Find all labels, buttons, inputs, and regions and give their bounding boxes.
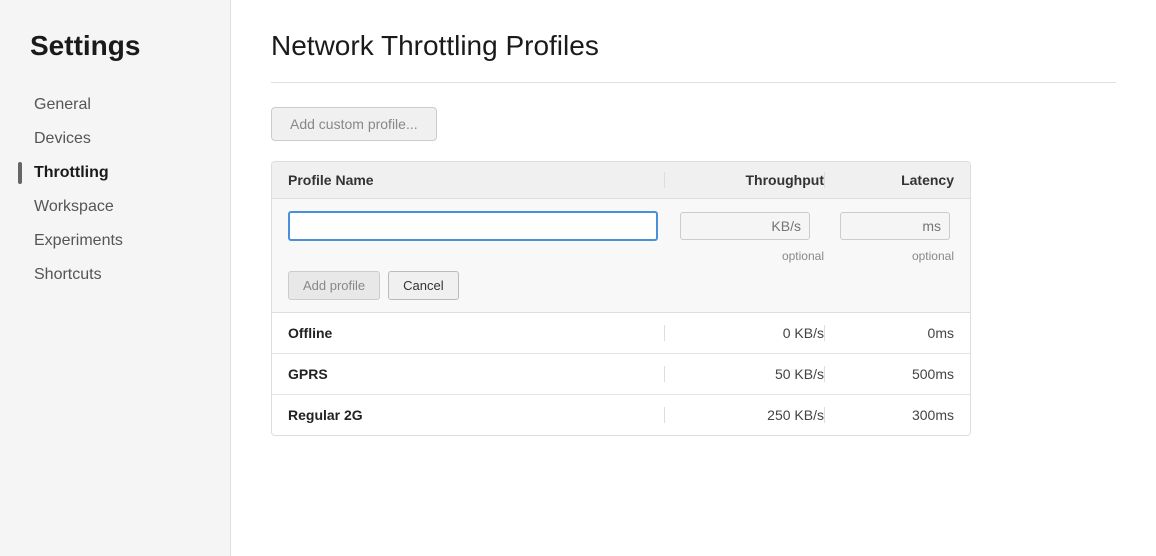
optional-labels: optional optional <box>288 249 954 263</box>
table-row: Regular 2G 250 KB/s 300ms <box>272 395 970 435</box>
row-name-regular2g: Regular 2G <box>288 407 664 423</box>
add-row-buttons: Add profile Cancel <box>288 271 954 300</box>
nav-devices[interactable]: Devices <box>30 124 230 154</box>
profile-name-input[interactable] <box>288 211 658 241</box>
cancel-button[interactable]: Cancel <box>388 271 458 300</box>
divider <box>271 82 1116 83</box>
header-latency: Latency <box>824 172 954 188</box>
sidebar-item-workspace[interactable]: Workspace <box>30 192 230 222</box>
sidebar-nav: General Devices Throttling Workspace Exp… <box>30 90 230 290</box>
nav-general[interactable]: General <box>30 90 230 120</box>
add-profile-button[interactable]: Add profile <box>288 271 380 300</box>
throughput-optional-label: optional <box>664 249 824 263</box>
row-throughput-gprs: 50 KB/s <box>664 366 824 382</box>
row-latency-regular2g: 300ms <box>824 407 954 423</box>
throughput-input[interactable] <box>680 212 810 240</box>
throughput-cell <box>664 212 824 240</box>
nav-experiments[interactable]: Experiments <box>30 226 230 256</box>
latency-input[interactable] <box>840 212 950 240</box>
row-latency-offline: 0ms <box>824 325 954 341</box>
add-profile-row: optional optional Add profile Cancel <box>272 199 970 313</box>
sidebar-item-general[interactable]: General <box>30 90 230 120</box>
table-header: Profile Name Throughput Latency <box>272 162 970 199</box>
profiles-table: Profile Name Throughput Latency optional <box>271 161 971 436</box>
settings-title: Settings <box>30 30 230 62</box>
sidebar-item-throttling[interactable]: Throttling <box>30 158 230 188</box>
header-profile-name: Profile Name <box>288 172 664 188</box>
main-content: Network Throttling Profiles Add custom p… <box>230 0 1156 556</box>
page-title: Network Throttling Profiles <box>271 30 1116 62</box>
header-throughput: Throughput <box>664 172 824 188</box>
sidebar-item-experiments[interactable]: Experiments <box>30 226 230 256</box>
nav-shortcuts[interactable]: Shortcuts <box>30 260 230 290</box>
row-throughput-offline: 0 KB/s <box>664 325 824 341</box>
add-custom-profile-button[interactable]: Add custom profile... <box>271 107 437 141</box>
sidebar-item-devices[interactable]: Devices <box>30 124 230 154</box>
table-row: Offline 0 KB/s 0ms <box>272 313 970 354</box>
latency-cell <box>824 212 954 240</box>
sidebar: Settings General Devices Throttling Work… <box>0 0 230 556</box>
latency-optional-label: optional <box>824 249 954 263</box>
table-row: GPRS 50 KB/s 500ms <box>272 354 970 395</box>
row-throughput-regular2g: 250 KB/s <box>664 407 824 423</box>
nav-throttling[interactable]: Throttling <box>30 158 230 188</box>
row-name-offline: Offline <box>288 325 664 341</box>
sidebar-item-shortcuts[interactable]: Shortcuts <box>30 260 230 290</box>
row-name-gprs: GPRS <box>288 366 664 382</box>
add-row-inputs <box>288 211 954 241</box>
profile-name-cell <box>288 211 664 241</box>
nav-workspace[interactable]: Workspace <box>30 192 230 222</box>
row-latency-gprs: 500ms <box>824 366 954 382</box>
